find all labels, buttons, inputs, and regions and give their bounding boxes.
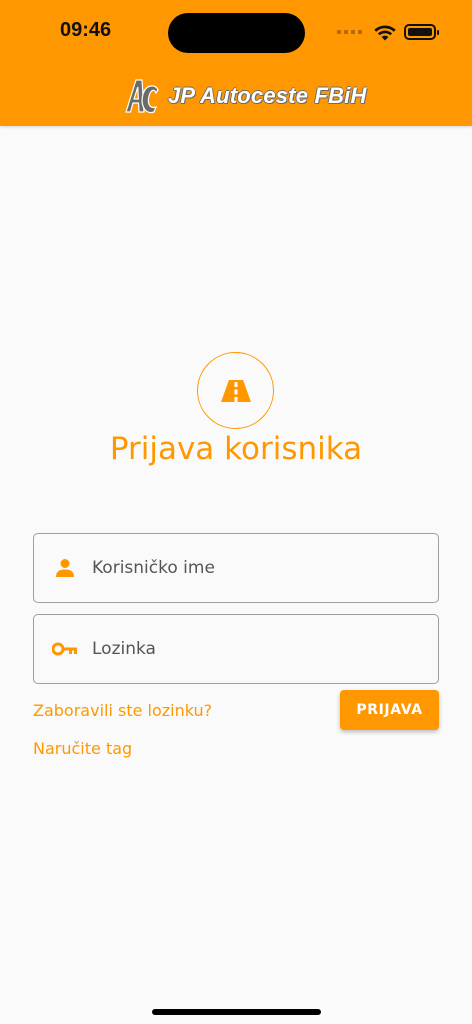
page-title: Prijava korisnika bbox=[109, 431, 363, 467]
status-icons bbox=[337, 20, 439, 44]
wifi-icon bbox=[374, 25, 396, 40]
app-header: 09:46 JP Autoceste FBiH bbox=[0, 0, 472, 126]
dynamic-island bbox=[168, 13, 305, 53]
ac-logo-icon bbox=[125, 79, 159, 114]
battery-icon bbox=[404, 24, 439, 40]
user-icon bbox=[56, 559, 74, 577]
company-logo: JP Autoceste FBiH bbox=[122, 74, 367, 118]
password-input[interactable] bbox=[92, 639, 412, 659]
password-field[interactable] bbox=[33, 614, 439, 684]
username-field[interactable] bbox=[33, 533, 439, 603]
login-button[interactable]: PRIJAVA bbox=[340, 690, 439, 730]
username-input[interactable] bbox=[92, 558, 412, 578]
road-icon bbox=[220, 379, 251, 402]
forgot-password-link[interactable]: Zaboravili ste lozinku? bbox=[33, 701, 212, 720]
road-badge bbox=[197, 352, 274, 429]
cellular-signal-icon bbox=[337, 30, 362, 34]
logo-text: JP Autoceste FBiH bbox=[168, 83, 367, 108]
key-icon bbox=[52, 642, 77, 656]
order-tag-link[interactable]: Naručite tag bbox=[33, 739, 132, 758]
status-time: 09:46 bbox=[60, 19, 112, 41]
home-indicator[interactable] bbox=[152, 1009, 321, 1015]
